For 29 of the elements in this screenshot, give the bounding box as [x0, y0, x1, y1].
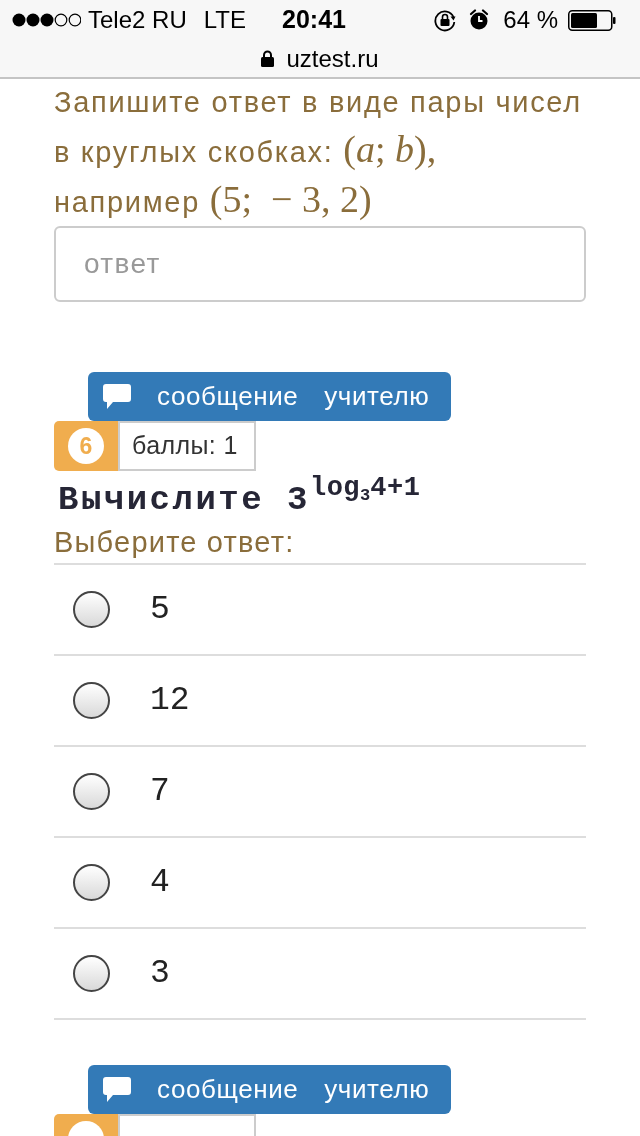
choose-answer-label: Выберите ответ:	[54, 525, 295, 560]
radio-button[interactable]	[73, 955, 110, 992]
network-type: LTE	[203, 5, 246, 35]
answer-instruction-text: Запишите ответ в виде пары чисел в круглых скобках: (a; b), например (5; − 3, 2)	[54, 85, 583, 222]
radio-button[interactable]	[73, 773, 110, 810]
option-label: 4	[150, 862, 170, 903]
radio-button[interactable]	[73, 864, 110, 901]
carrier-name: Tele2 RU	[88, 5, 187, 35]
lock-icon	[261, 50, 275, 67]
signal-strength-icon	[12, 13, 81, 27]
option-label: 12	[150, 680, 190, 721]
battery-icon	[568, 9, 616, 31]
speech-bubble-icon	[103, 384, 131, 409]
page-url[interactable]: uztest.ru	[286, 40, 379, 77]
points-label: баллы: 1	[118, 421, 256, 471]
option-label: 3	[150, 953, 170, 994]
battery-percent: 64 %	[503, 5, 558, 35]
alarm-clock-icon	[469, 9, 490, 31]
answer-input-field[interactable]: ответ	[54, 226, 586, 302]
clock-time: 20:41	[282, 4, 346, 36]
message-teacher-button[interactable]: сообщение учителю	[88, 1065, 451, 1114]
speech-bubble-icon	[103, 1077, 131, 1102]
message-teacher-button[interactable]: сообщение учителю	[88, 372, 451, 421]
radio-button[interactable]	[73, 591, 110, 628]
option-label: 5	[150, 589, 170, 630]
rotation-lock-icon	[433, 8, 458, 32]
radio-button[interactable]	[73, 682, 110, 719]
question-number-badge: 6	[54, 421, 118, 471]
option-label: 7	[150, 771, 170, 812]
